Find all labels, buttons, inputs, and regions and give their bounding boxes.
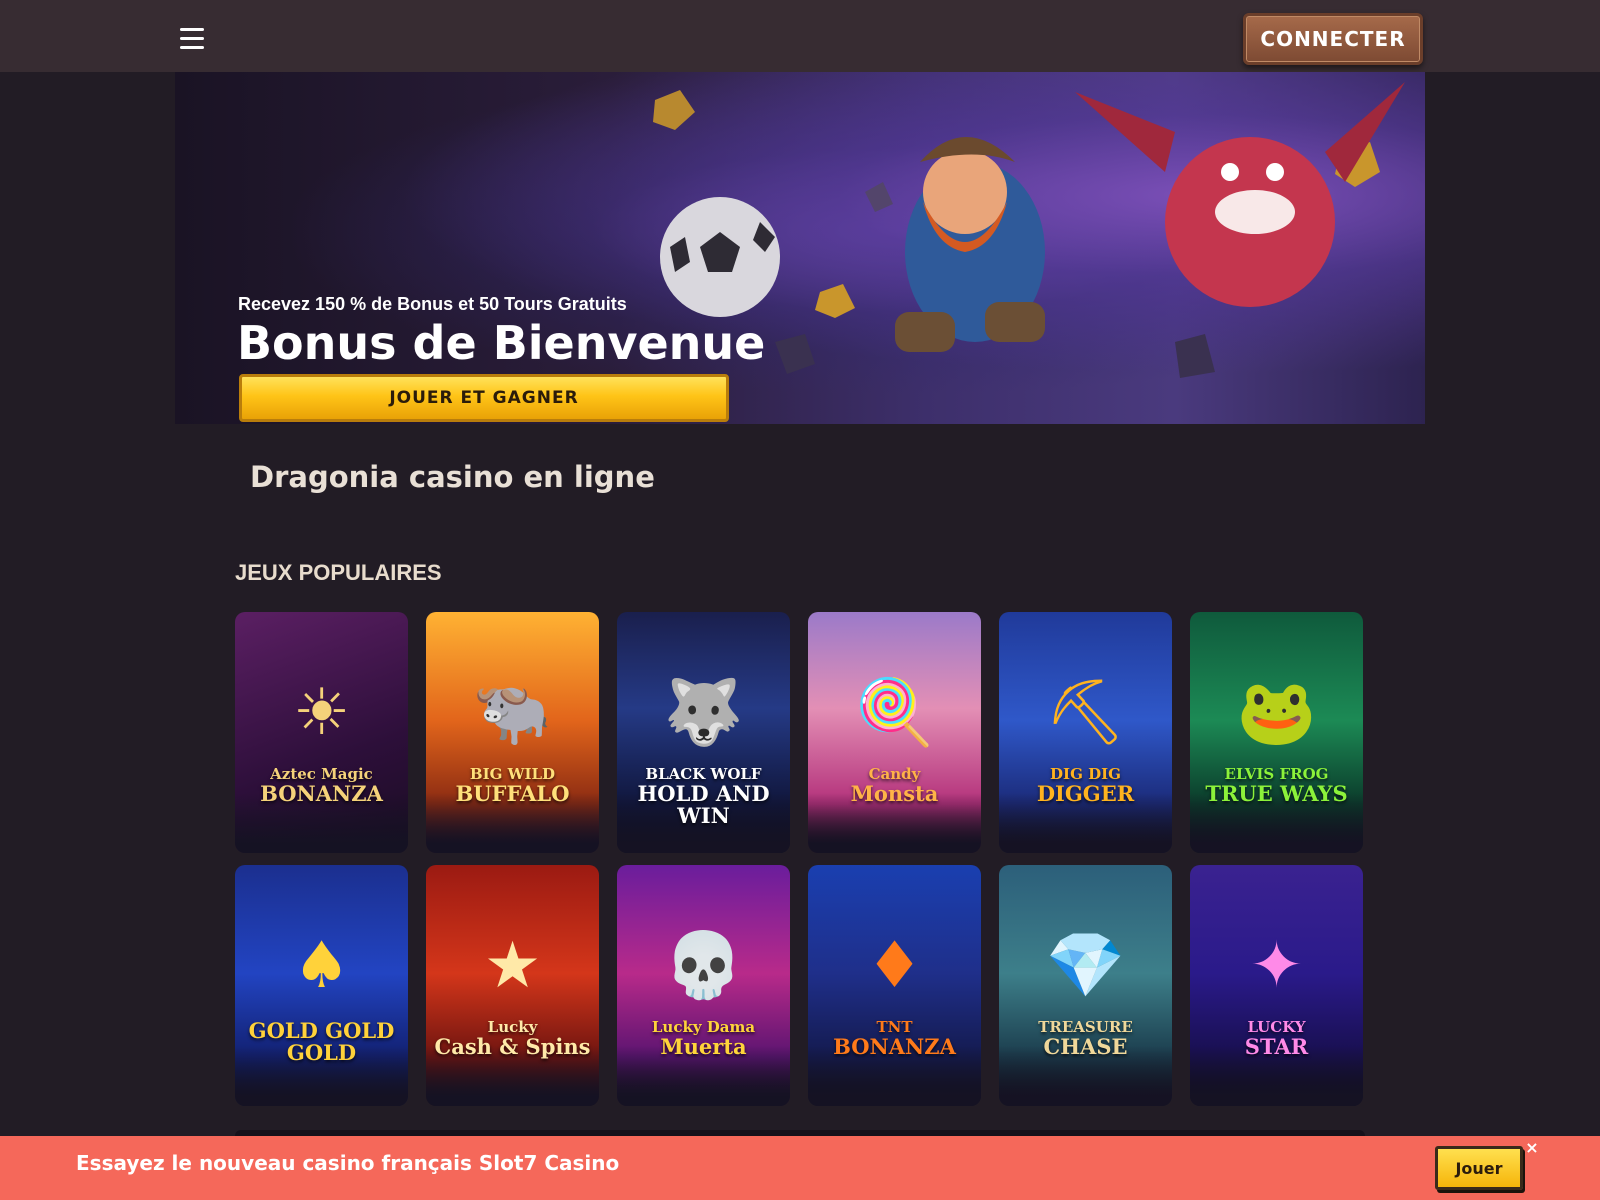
aztec-chief-icon: ☀ — [292, 676, 351, 751]
game-tile[interactable]: ♦ TNT BONANZA — [808, 865, 981, 1106]
game-tile[interactable]: 🐺 BLACK WOLF HOLD AND WIN — [617, 612, 790, 853]
frog-icon: 🐸 — [1236, 676, 1317, 751]
games-grid: ☀ Aztec Magic BONANZA 🐃 BIG WILD BUFFALO 🐺 BLAC… — [235, 612, 1365, 1106]
game-tile[interactable]: 💀 Lucky Dama Muerta — [617, 865, 790, 1106]
game-tile[interactable]: ✦ LUCKY STAR — [1190, 865, 1363, 1106]
game-tile[interactable]: ★ Lucky Cash & Spins — [426, 865, 599, 1106]
game-title: BLACK WOLF HOLD AND WIN — [637, 765, 770, 828]
catrina-icon: 💀 — [663, 929, 744, 1004]
popular-games-title: JEUX POPULAIRES — [235, 560, 442, 585]
ruby-gem-icon: ♦ — [865, 929, 924, 1004]
casino-chips-icon: ♠ — [292, 929, 351, 1004]
game-tile[interactable]: 💎 TREASURE CHASE — [999, 865, 1172, 1106]
game-title: LUCKY STAR — [1244, 1018, 1309, 1059]
page-title: Dragonia casino en ligne — [250, 460, 655, 494]
game-tile[interactable]: 🐸 ELVIS FROG TRUE WAYS — [1190, 612, 1363, 853]
promo-play-button[interactable]: Jouer — [1435, 1146, 1523, 1190]
game-title: ELVIS FROG TRUE WAYS — [1205, 765, 1348, 806]
star-icon: ★ — [483, 929, 542, 1004]
game-tile[interactable]: 🍭 Candy Monsta — [808, 612, 981, 853]
login-button[interactable]: CONNECTER — [1243, 13, 1423, 65]
promo-bar: Essayez le nouveau casino français Slot7… — [0, 1136, 1600, 1200]
top-bar: CONNECTER — [0, 0, 1600, 72]
play-and-win-button[interactable]: JOUER ET GAGNER — [239, 374, 729, 422]
game-title: Aztec Magic BONANZA — [260, 765, 383, 806]
promo-text: Essayez le nouveau casino français Slot7… — [76, 1151, 620, 1175]
game-title: TREASURE CHASE — [1038, 1018, 1133, 1059]
game-title: BIG WILD BUFFALO — [455, 765, 570, 806]
rainbow-star-icon: ✦ — [1249, 929, 1304, 1004]
hero-banner[interactable]: Recevez 150 % de Bonus et 50 Tours Gratu… — [175, 72, 1425, 424]
candy-monster-icon: 🍭 — [854, 676, 935, 751]
game-tile[interactable]: ♠ GOLD GOLD GOLD — [235, 865, 408, 1106]
close-icon[interactable]: × — [1524, 1140, 1540, 1156]
game-title: GOLD GOLD GOLD — [248, 1018, 395, 1066]
banner-artwork — [653, 82, 1405, 378]
game-title: Candy Monsta — [850, 765, 939, 806]
game-title: Lucky Dama Muerta — [651, 1018, 756, 1059]
game-title: DIG DIG DIGGER — [1036, 765, 1135, 806]
digger-icon: ⛏ — [1044, 676, 1127, 751]
banner-subtitle: Recevez 150 % de Bonus et 50 Tours Gratu… — [238, 294, 627, 314]
buffalo-icon: 🐃 — [472, 676, 553, 751]
game-tile[interactable]: ⛏ DIG DIG DIGGER — [999, 612, 1172, 853]
game-tile[interactable]: 🐃 BIG WILD BUFFALO — [426, 612, 599, 853]
banner-title: Bonus de Bienvenue — [237, 316, 766, 370]
wolf-icon: 🐺 — [663, 676, 744, 751]
menu-icon[interactable] — [180, 28, 204, 49]
adventurer-icon: 💎 — [1045, 929, 1126, 1004]
game-title: TNT BONANZA — [833, 1018, 956, 1059]
game-title: Lucky Cash & Spins — [434, 1018, 591, 1059]
game-tile[interactable]: ☀ Aztec Magic BONANZA — [235, 612, 408, 853]
